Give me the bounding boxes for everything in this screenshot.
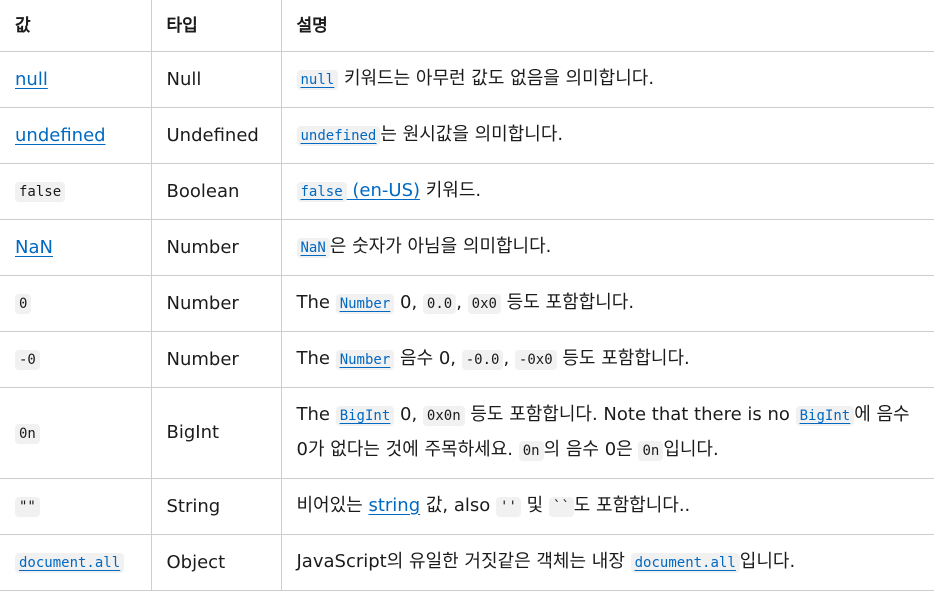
type-cell: Object	[150, 534, 282, 591]
bigint-code-link-2[interactable]: BigInt	[795, 404, 855, 426]
description-cell: The Number 음수 0, -0.0, -0x0 등도 포함합니다.	[280, 331, 934, 388]
value-cell: false	[0, 163, 152, 220]
table-row: false Boolean false (en-US) 키워드.	[0, 163, 934, 220]
value-cell: document.all	[0, 534, 152, 591]
undefined-link[interactable]: undefined	[15, 125, 106, 146]
type-cell: Number	[150, 331, 282, 388]
null-code-link[interactable]: null	[296, 68, 339, 90]
table-row: null Null null 키워드는 아무런 값도 없음을 의미합니다.	[0, 51, 934, 108]
type-cell: Number	[150, 219, 282, 276]
null-link[interactable]: null	[15, 69, 48, 90]
value-cell: 0	[0, 275, 152, 332]
header-description: 설명	[280, 0, 934, 52]
table-row: undefined Undefined undefined 는 원시값을 의미합니…	[0, 107, 934, 164]
false-code: false	[15, 182, 66, 202]
type-cell: Null	[150, 51, 282, 108]
table-header-row: 값 타입 설명	[0, 0, 934, 52]
type-cell: String	[150, 478, 282, 535]
empty-string-code: ""	[15, 497, 40, 517]
description-cell: JavaScript의 유일한 거짓같은 객체는 내장 document.all…	[280, 534, 934, 591]
zero-code: 0	[15, 294, 32, 314]
description-cell: false (en-US) 키워드.	[280, 163, 934, 220]
description-cell: 비어있는 string 값, also '' 및 `` 도 포함합니다..	[280, 478, 934, 535]
description-cell: null 키워드는 아무런 값도 없음을 의미합니다.	[280, 51, 934, 108]
description-cell: NaN 은 숫자가 아님을 의미합니다.	[280, 219, 934, 276]
nan-link[interactable]: NaN	[15, 237, 53, 258]
falsy-values-table: 값 타입 설명 null Null null 키워드는 아무런 값도 없음을 의…	[0, 0, 934, 591]
table-row: 0n BigInt The BigInt 0, 0x0n 등도 포함합니다. N…	[0, 387, 934, 479]
bigint-zero-code: 0n	[15, 423, 40, 444]
document-all-link[interactable]: document.all	[15, 551, 125, 573]
type-cell: BigInt	[150, 387, 282, 479]
type-cell: Number	[150, 275, 282, 332]
header-type: 타입	[150, 0, 282, 52]
false-code-link[interactable]: false (en-US)	[296, 180, 420, 202]
description-cell: The BigInt 0, 0x0n 등도 포함합니다. Note that t…	[280, 387, 934, 479]
value-cell: -0	[0, 331, 152, 388]
type-cell: Boolean	[150, 163, 282, 220]
negative-zero-code: -0	[15, 350, 40, 370]
undefined-code-link[interactable]: undefined	[296, 124, 381, 146]
value-cell: undefined	[0, 107, 152, 164]
string-link[interactable]: string	[368, 495, 420, 516]
header-value: 값	[0, 0, 152, 52]
table-row: document.all Object JavaScript의 유일한 거짓같은…	[0, 534, 934, 591]
table-row: 0 Number The Number 0, 0.0, 0x0 등도 포함합니다…	[0, 275, 934, 332]
value-cell: 0n	[0, 387, 152, 479]
document-all-code-link[interactable]: document.all	[630, 551, 740, 573]
number-code-link[interactable]: Number	[335, 348, 395, 370]
value-cell: null	[0, 51, 152, 108]
value-cell: NaN	[0, 219, 152, 276]
table-row: "" String 비어있는 string 값, also '' 및 `` 도 포…	[0, 478, 934, 535]
type-cell: Undefined	[150, 107, 282, 164]
table-row: -0 Number The Number 음수 0, -0.0, -0x0 등도…	[0, 331, 934, 388]
value-cell: ""	[0, 478, 152, 535]
description-cell: undefined 는 원시값을 의미합니다.	[280, 107, 934, 164]
description-cell: The Number 0, 0.0, 0x0 등도 포함합니다.	[280, 275, 934, 332]
number-code-link[interactable]: Number	[335, 292, 395, 314]
table-row: NaN Number NaN 은 숫자가 아님을 의미합니다.	[0, 219, 934, 276]
bigint-code-link[interactable]: BigInt	[335, 404, 395, 426]
nan-code-link[interactable]: NaN	[296, 236, 330, 258]
